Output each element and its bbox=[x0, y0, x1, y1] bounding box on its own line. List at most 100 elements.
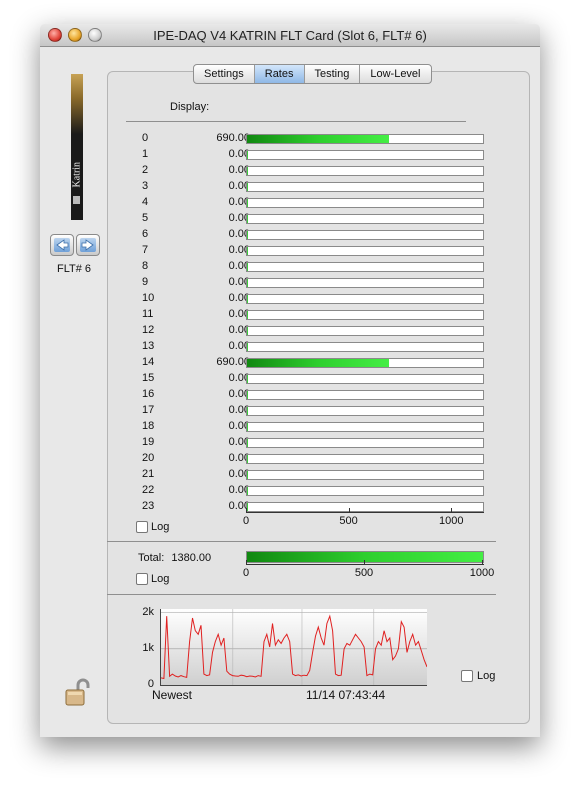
channel-index: 6 bbox=[142, 228, 149, 240]
channel-rate-fill bbox=[247, 423, 248, 431]
divider bbox=[126, 121, 466, 122]
channel-rate-fill bbox=[247, 295, 248, 303]
rate-history-svg bbox=[160, 609, 428, 685]
channel-index: 7 bbox=[142, 244, 149, 256]
right-arrow-icon bbox=[80, 238, 96, 252]
channel-index: 3 bbox=[142, 180, 149, 192]
channel-rate-bar bbox=[246, 198, 484, 208]
channel-rate-value: 0.00 bbox=[228, 180, 250, 192]
history-y-tick-label: 0 bbox=[147, 678, 154, 690]
channel-index: 21 bbox=[142, 468, 155, 480]
channel-index: 16 bbox=[142, 388, 155, 400]
channel-rate-fill bbox=[247, 503, 248, 511]
total-tick bbox=[364, 560, 365, 564]
channel-rate-bar bbox=[246, 454, 484, 464]
channel-rate-fill bbox=[247, 343, 248, 351]
channel-rate-value: 0.00 bbox=[228, 292, 250, 304]
next-card-button[interactable] bbox=[76, 234, 100, 256]
rate-history-plot[interactable] bbox=[160, 609, 428, 686]
channel-rate-value: 0.00 bbox=[228, 164, 250, 176]
rates-tick-label: 500 bbox=[339, 515, 358, 527]
channel-rate-fill bbox=[247, 135, 389, 143]
tab-low-level[interactable]: Low-Level bbox=[360, 65, 430, 83]
rates-tick bbox=[451, 508, 453, 512]
total-label-text: Total: bbox=[138, 552, 165, 564]
channel-rate-bar bbox=[246, 182, 484, 192]
channel-index: 18 bbox=[142, 420, 155, 432]
flt-card-window: IPE-DAQ V4 KATRIN FLT Card (Slot 6, FLT#… bbox=[40, 24, 540, 737]
channel-rate-bar bbox=[246, 486, 484, 496]
channel-rate-bar bbox=[246, 230, 484, 240]
channel-rate-fill bbox=[247, 183, 248, 191]
flt-number-label: FLT# 6 bbox=[56, 263, 92, 275]
previous-card-button[interactable] bbox=[50, 234, 74, 256]
channel-rate-fill bbox=[247, 455, 248, 463]
channel-rate-value: 690.00 bbox=[216, 132, 250, 144]
channel-rate-value: 0.00 bbox=[228, 468, 250, 480]
total-log-checkbox[interactable] bbox=[136, 573, 148, 585]
divider bbox=[107, 594, 496, 595]
channel-rate-value: 0.00 bbox=[228, 308, 250, 320]
history-rate-line bbox=[160, 614, 428, 680]
channel-index: 9 bbox=[142, 276, 149, 288]
flt-card-image: Katrin bbox=[71, 74, 83, 220]
channel-index: 11 bbox=[142, 308, 154, 320]
channel-rate-fill bbox=[247, 391, 248, 399]
channel-index: 12 bbox=[142, 324, 155, 336]
channel-rate-bar bbox=[246, 406, 484, 416]
window-title: IPE-DAQ V4 KATRIN FLT Card (Slot 6, FLT#… bbox=[153, 28, 427, 43]
total-tick-label: 1000 bbox=[469, 567, 495, 579]
channel-index: 17 bbox=[142, 404, 155, 416]
channel-index: 0 bbox=[142, 132, 149, 144]
channel-rate-value: 0.00 bbox=[228, 324, 250, 336]
total-tick bbox=[482, 560, 483, 564]
channel-rate-bar bbox=[246, 374, 484, 384]
history-x-left-label: Newest bbox=[152, 688, 193, 702]
channel-rate-value: 0.00 bbox=[228, 196, 250, 208]
total-log-label: Log bbox=[151, 573, 170, 585]
rates-tick-label: 0 bbox=[242, 515, 250, 527]
history-log-checkbox[interactable] bbox=[461, 670, 473, 682]
channel-rate-fill bbox=[247, 231, 248, 239]
channel-rate-value: 0.00 bbox=[228, 452, 250, 464]
rates-log-checkbox[interactable] bbox=[136, 521, 148, 533]
channel-rate-value: 0.00 bbox=[228, 228, 250, 240]
channel-rate-bar bbox=[246, 262, 484, 272]
channel-index: 15 bbox=[142, 372, 155, 384]
channel-rate-bar bbox=[246, 166, 484, 176]
channel-rate-fill bbox=[247, 151, 248, 159]
total-rate-bar bbox=[246, 551, 484, 563]
rates-tick bbox=[246, 508, 247, 512]
channel-rate-bar bbox=[246, 134, 484, 144]
channel-rate-bar bbox=[246, 150, 484, 160]
title-bar[interactable]: IPE-DAQ V4 KATRIN FLT Card (Slot 6, FLT#… bbox=[40, 24, 540, 47]
lock-icon[interactable] bbox=[64, 678, 92, 708]
card-brand-text: Katrin bbox=[71, 161, 83, 188]
channel-rate-fill bbox=[247, 263, 248, 271]
channel-rate-value: 0.00 bbox=[228, 420, 250, 432]
channel-rate-fill bbox=[247, 327, 248, 335]
channel-rate-fill bbox=[247, 439, 248, 447]
channel-rate-fill bbox=[247, 279, 248, 287]
channel-rate-bar bbox=[246, 342, 484, 352]
channel-rate-bar bbox=[246, 294, 484, 304]
divider bbox=[107, 541, 496, 542]
channel-rate-value: 0.00 bbox=[228, 436, 250, 448]
channel-rate-fill bbox=[247, 311, 248, 319]
channel-rate-value: 0.00 bbox=[228, 404, 250, 416]
channel-rate-bar bbox=[246, 246, 484, 256]
channel-index: 8 bbox=[142, 260, 149, 272]
channel-rate-bar bbox=[246, 326, 484, 336]
total-tick bbox=[246, 560, 247, 564]
channel-rate-fill bbox=[247, 199, 248, 207]
channel-index: 10 bbox=[142, 292, 155, 304]
channel-rate-value: 0.00 bbox=[228, 484, 250, 496]
channel-index: 19 bbox=[142, 436, 155, 448]
channel-index: 14 bbox=[142, 356, 155, 368]
tab-rates[interactable]: Rates bbox=[254, 65, 305, 83]
tab-settings[interactable]: Settings bbox=[194, 65, 255, 83]
channel-rate-value: 0.00 bbox=[228, 148, 250, 160]
tab-testing[interactable]: Testing bbox=[305, 65, 361, 83]
total-axis bbox=[246, 564, 484, 565]
tab-bar: Settings Rates Testing Low-Level bbox=[193, 64, 432, 84]
